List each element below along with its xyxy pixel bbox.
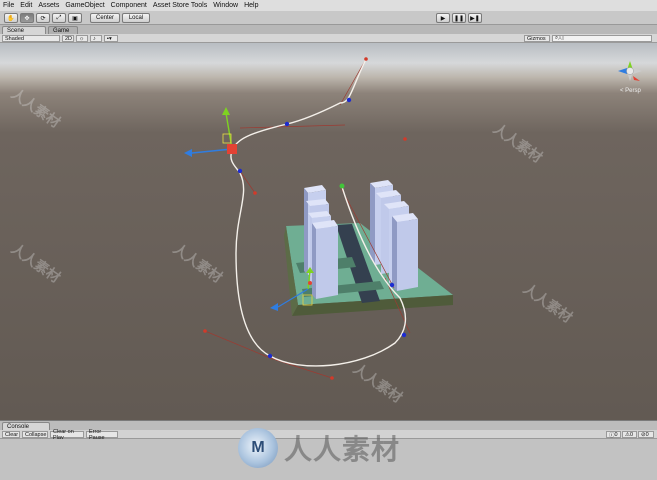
menu-component[interactable]: Component <box>111 2 147 9</box>
console-clear-button[interactable]: Clear <box>2 431 20 438</box>
step-icon: ▶❚ <box>470 15 480 22</box>
handle-point <box>203 329 207 333</box>
effects-dropdown[interactable]: ▪▾ <box>104 35 118 42</box>
console-clear-on-play-toggle[interactable]: Clear on Play <box>50 429 84 441</box>
console-collapse-label: Collapse <box>25 431 47 438</box>
pause-icon: ❚❚ <box>453 15 465 22</box>
menu-assets[interactable]: Assets <box>38 2 59 9</box>
scene-canvas <box>184 57 642 380</box>
error-count: 0 <box>645 431 649 438</box>
handle-point <box>364 57 368 61</box>
lighting-icon: ☼ <box>79 35 85 42</box>
console-clear-label: Clear <box>5 431 19 438</box>
watermark-logo-icon: M <box>238 428 278 468</box>
gizmos-dropdown[interactable]: Gizmos <box>524 35 550 42</box>
menu-bar: File Edit Assets GameObject Component As… <box>0 0 657 11</box>
console-collapse-toggle[interactable]: Collapse <box>22 431 48 438</box>
tab-scene[interactable]: Scene <box>2 26 46 34</box>
console-log-filter[interactable]: ⓘ 0 <box>606 431 621 439</box>
move-icon: ✥ <box>24 15 30 22</box>
play-button[interactable]: ▶ <box>436 13 450 23</box>
2d-toggle[interactable]: 2D <box>62 35 74 42</box>
handle-point <box>253 191 257 195</box>
warning-count: 0 <box>629 431 633 438</box>
hand-tool-button[interactable]: ✋ <box>4 13 18 23</box>
menu-edit[interactable]: Edit <box>20 2 32 9</box>
rotate-tool-button[interactable]: ⟳ <box>36 13 50 23</box>
anchor-point <box>389 282 395 288</box>
gizmos-label: Gizmos <box>527 35 546 42</box>
console-warning-filter[interactable]: ⚠ 0 <box>622 431 637 438</box>
tab-game[interactable]: Game <box>48 26 78 34</box>
tab-game-label: Game <box>53 27 70 34</box>
tab-console-label: Console <box>7 423 30 430</box>
search-placeholder: All <box>558 35 565 42</box>
space-local-toggle[interactable]: Local <box>122 13 150 23</box>
lighting-toggle[interactable]: ☼ <box>76 35 88 42</box>
menu-help[interactable]: Help <box>244 2 258 9</box>
scene-toolbar: Shaded 2D ☼ ♪ ▪▾ Gizmos ⌕ All <box>0 34 657 43</box>
effects-icon: ▪▾ <box>107 35 112 42</box>
anchor-point <box>237 168 243 174</box>
play-icon: ▶ <box>440 15 446 22</box>
audio-toggle[interactable]: ♪ <box>90 35 102 42</box>
scale-icon: ⤢ <box>56 14 62 21</box>
shading-mode-dropdown[interactable]: Shaded <box>2 35 60 42</box>
main-toolbar: ✋ ✥ ⟳ ⤢ ▣ Center Local ▶ ❚❚ ▶❚ <box>0 11 657 25</box>
move-gizmo-upper[interactable] <box>184 107 237 157</box>
anchor-point <box>267 353 273 359</box>
handle-point <box>403 137 407 141</box>
console-error-filter[interactable]: ⊘ 0 <box>638 431 654 438</box>
menu-file[interactable]: File <box>3 2 14 9</box>
shading-mode-label: Shaded <box>5 35 24 42</box>
audio-icon: ♪ <box>93 35 96 42</box>
menu-gameobject[interactable]: GameObject <box>65 2 104 9</box>
watermark-logo-text: 人人素材 <box>284 434 401 465</box>
log-count: 0 <box>614 431 618 438</box>
space-label: Local <box>128 15 144 21</box>
scale-tool-button[interactable]: ⤢ <box>52 13 66 23</box>
2d-label: 2D <box>65 35 73 42</box>
view-tab-bar: Scene Game <box>0 25 657 34</box>
pivot-center-toggle[interactable]: Center <box>90 13 120 23</box>
orientation-gizmo[interactable] <box>618 61 642 81</box>
watermark-logo: M 人人素材 <box>238 428 428 468</box>
rect-tool-button[interactable]: ▣ <box>68 13 82 23</box>
rect-icon: ▣ <box>72 15 78 22</box>
menu-asset-store-tools[interactable]: Asset Store Tools <box>153 2 207 9</box>
search-input[interactable]: ⌕ All <box>552 35 652 42</box>
anchor-point <box>284 121 290 127</box>
rotate-icon: ⟳ <box>40 15 46 22</box>
tab-console[interactable]: Console <box>2 422 50 430</box>
move-tool-button[interactable]: ✥ <box>20 13 34 23</box>
pivot-label: Center <box>95 15 114 21</box>
hand-icon: ✋ <box>7 15 15 22</box>
scene-viewport[interactable]: 人人素材 人人素材 人人素材 人人素材 人人素材 人人素材 < Persp <box>0 43 657 420</box>
end-point <box>339 183 345 189</box>
console-error-pause-toggle[interactable]: Error Pause <box>86 429 118 441</box>
tab-scene-label: Scene <box>7 27 25 34</box>
anchor-point <box>401 332 407 338</box>
pause-button[interactable]: ❚❚ <box>452 13 466 23</box>
handle-point <box>330 376 334 380</box>
menu-window[interactable]: Window <box>213 2 238 9</box>
perspective-label[interactable]: < Persp <box>620 88 641 94</box>
step-button[interactable]: ▶❚ <box>468 13 482 23</box>
anchor-point <box>346 97 352 103</box>
